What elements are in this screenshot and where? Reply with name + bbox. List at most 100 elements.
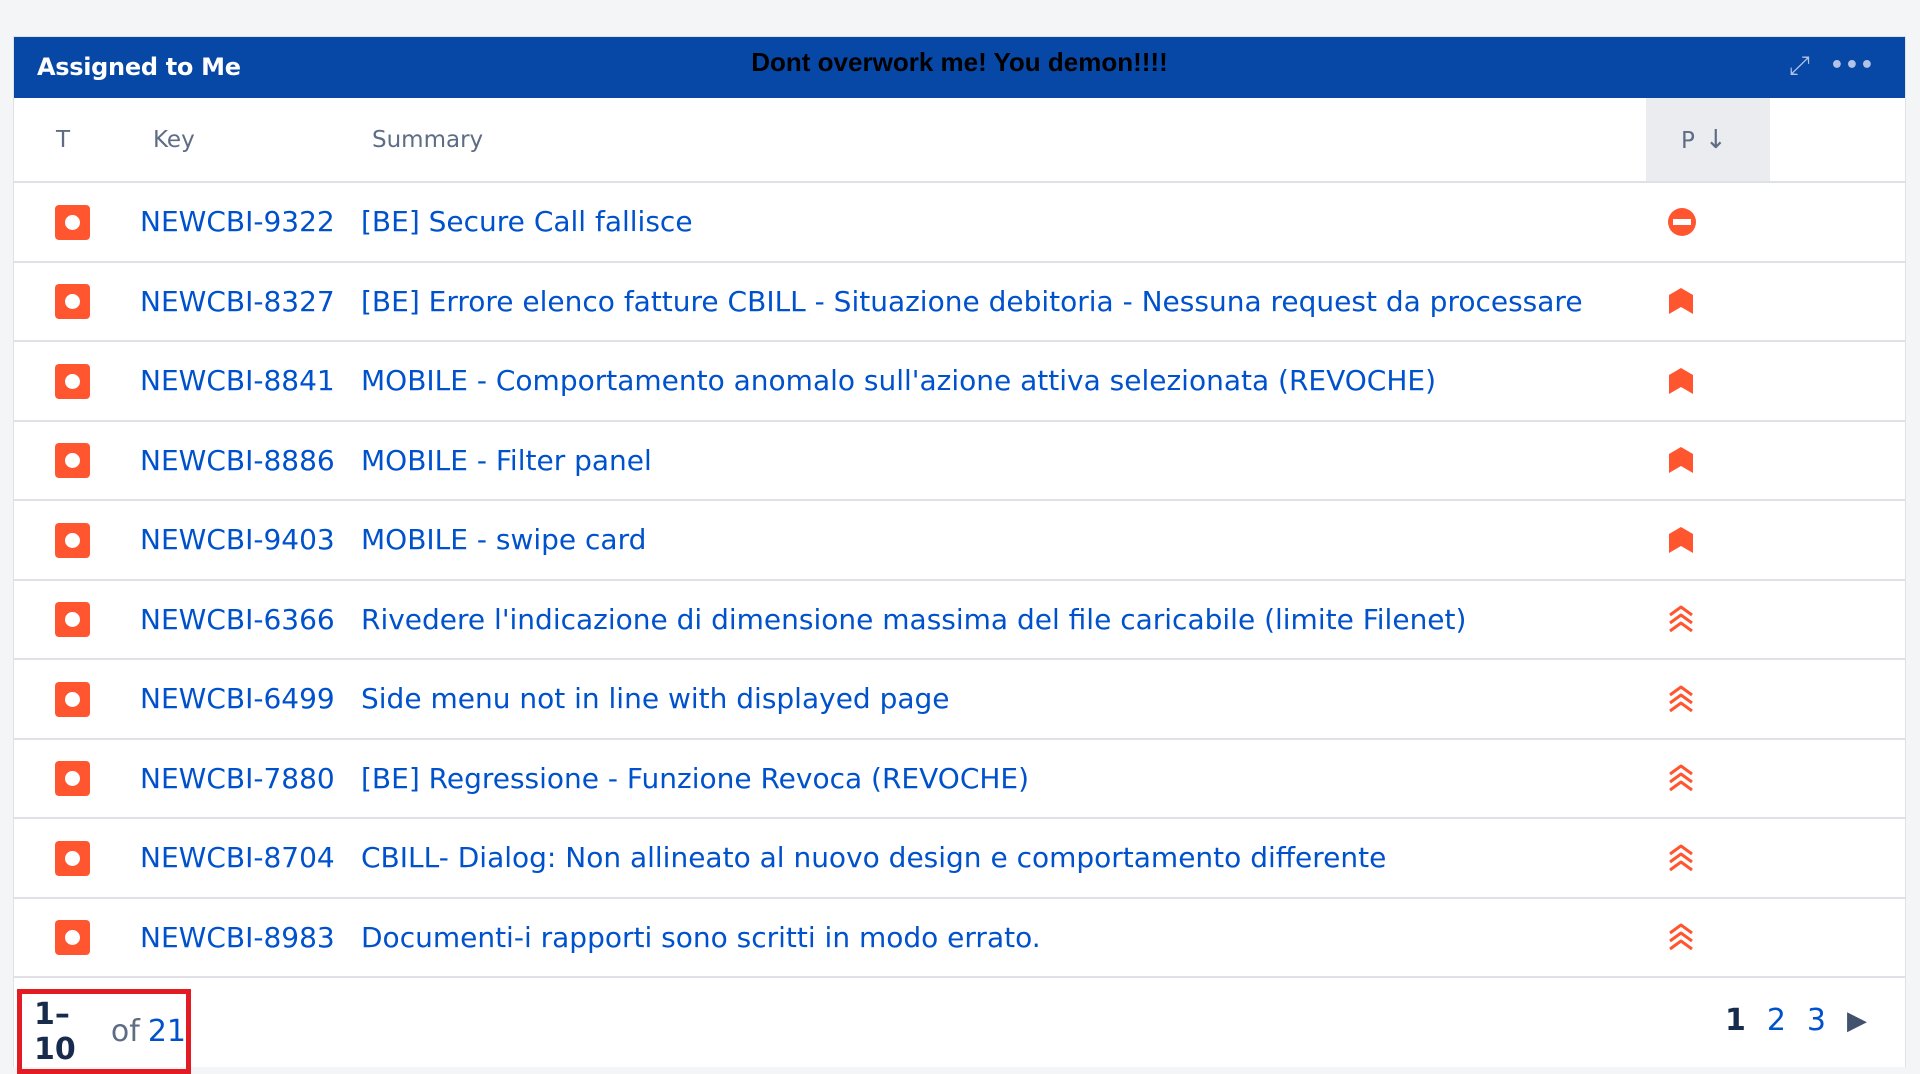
row-spacer <box>1770 580 1905 660</box>
issue-key-link[interactable]: NEWCBI-8886 <box>132 421 360 501</box>
priority-highest-icon <box>1667 922 1770 952</box>
bug-icon <box>55 363 90 399</box>
priority-cell <box>1646 818 1770 898</box>
row-spacer <box>1770 182 1905 262</box>
column-header-spacer <box>1770 98 1905 183</box>
sort-descending-icon: ↓ <box>1704 124 1727 155</box>
issue-type-cell <box>14 818 132 898</box>
priority-critical-icon <box>1667 286 1770 316</box>
priority-cell <box>1646 739 1770 819</box>
issue-summary-link[interactable]: [BE] Errore elenco fatture CBILL - Situa… <box>360 262 1646 342</box>
column-header-priority-label: P <box>1681 127 1695 154</box>
priority-cell <box>1646 182 1770 262</box>
issue-key-link[interactable]: NEWCBI-9322 <box>132 182 360 262</box>
result-range: 1–10 <box>34 996 76 1067</box>
priority-highest-icon <box>1667 843 1770 873</box>
result-of-label: of <box>110 1014 140 1049</box>
issue-type-cell <box>14 182 132 262</box>
issue-type-cell <box>14 580 132 660</box>
table-row: NEWCBI-8886 MOBILE - Filter panel <box>14 421 1905 501</box>
table-row: NEWCBI-6499 Side menu not in line with di… <box>14 659 1905 739</box>
assigned-to-me-gadget: Assigned to Me Dont overwork me! You dem… <box>13 36 1906 1074</box>
priority-cell <box>1646 898 1770 978</box>
issue-key-link[interactable]: NEWCBI-8983 <box>132 898 360 978</box>
bug-icon <box>55 443 90 478</box>
bug-icon <box>55 681 90 717</box>
issue-type-cell <box>14 500 132 580</box>
bug-icon <box>55 920 90 955</box>
priority-cell <box>1646 659 1770 739</box>
priority-highest-icon <box>1667 684 1770 714</box>
table-row: NEWCBI-9322 [BE] Secure Call fallisce <box>14 182 1905 262</box>
table-header-row: T Key Summary P ↓ <box>14 98 1905 183</box>
issue-type-cell <box>14 739 132 819</box>
priority-cell <box>1646 580 1770 660</box>
row-spacer <box>1770 262 1905 342</box>
issue-key-link[interactable]: NEWCBI-9403 <box>132 500 360 580</box>
page-link-2[interactable]: 2 <box>1767 1003 1786 1038</box>
table-row: NEWCBI-8327 [BE] Errore elenco fatture CB… <box>14 262 1905 342</box>
issue-summary-link[interactable]: MOBILE - swipe card <box>360 500 1646 580</box>
pagination: 1 2 3 ▶ <box>1725 1003 1867 1038</box>
bug-icon <box>55 761 90 796</box>
bug-icon <box>55 284 90 319</box>
priority-cell <box>1646 341 1770 421</box>
table-row: NEWCBI-9403 MOBILE - swipe card <box>14 500 1905 580</box>
issue-summary-link[interactable]: Documenti-i rapporti sono scritti in mod… <box>360 898 1646 978</box>
priority-cell <box>1646 421 1770 501</box>
issue-key-link[interactable]: NEWCBI-8841 <box>132 341 360 421</box>
result-count: 1–10 of 21 <box>17 989 191 1074</box>
priority-highest-icon <box>1667 604 1770 634</box>
row-spacer <box>1770 500 1905 580</box>
row-spacer <box>1770 739 1905 819</box>
bug-icon <box>55 602 90 637</box>
issue-type-cell <box>14 262 132 342</box>
table-row: NEWCBI-8983 Documenti-i rapporti sono scr… <box>14 898 1905 978</box>
bug-icon <box>55 522 90 558</box>
issues-table: T Key Summary P ↓ NEWCBI-9322 [BE] Secure … <box>14 98 1905 978</box>
priority-cell <box>1646 500 1770 580</box>
gadget-header: Assigned to Me Dont overwork me! You dem… <box>14 37 1905 98</box>
bug-icon <box>55 840 90 876</box>
priority-critical-icon <box>1667 525 1770 555</box>
row-spacer <box>1770 898 1905 978</box>
issue-summary-link[interactable]: Rivedere l'indicazione di dimensione mas… <box>360 580 1646 660</box>
priority-critical-icon <box>1667 445 1770 475</box>
issue-key-link[interactable]: NEWCBI-8327 <box>132 262 360 342</box>
issue-summary-link[interactable]: CBILL- Dialog: Non allineato al nuovo de… <box>360 818 1646 898</box>
issue-key-link[interactable]: NEWCBI-8704 <box>132 818 360 898</box>
result-total-link[interactable]: 21 <box>148 1014 186 1049</box>
issue-type-cell <box>14 341 132 421</box>
expand-icon[interactable]: ⤢ <box>1789 51 1810 81</box>
row-spacer <box>1770 341 1905 421</box>
issue-summary-link[interactable]: Side menu not in line with displayed pag… <box>360 659 1646 739</box>
priority-highest-icon <box>1667 763 1770 793</box>
column-header-priority[interactable]: P ↓ <box>1646 98 1770 183</box>
issue-summary-link[interactable]: [BE] Regressione - Funzione Revoca (REVO… <box>360 739 1646 819</box>
column-header-summary[interactable]: Summary <box>360 98 1646 183</box>
issue-key-link[interactable]: NEWCBI-6366 <box>132 580 360 660</box>
priority-critical-icon <box>1667 366 1770 396</box>
issue-summary-link[interactable]: [BE] Secure Call fallisce <box>360 182 1646 262</box>
column-header-type[interactable]: T <box>14 98 132 183</box>
issue-key-link[interactable]: NEWCBI-6499 <box>132 659 360 739</box>
issue-summary-link[interactable]: MOBILE - Comportamento anomalo sull'azio… <box>360 341 1646 421</box>
page-link-1[interactable]: 1 <box>1725 1003 1746 1038</box>
page-link-3[interactable]: 3 <box>1807 1003 1826 1038</box>
table-footer: 1–10 of 21 1 2 3 ▶ <box>14 973 1905 1074</box>
gadget-banner: Dont overwork me! You demon!!!! <box>751 47 1168 77</box>
issue-type-cell <box>14 898 132 978</box>
issue-summary-link[interactable]: MOBILE - Filter panel <box>360 421 1646 501</box>
priority-cell <box>1646 262 1770 342</box>
more-options-icon[interactable]: ••• <box>1830 51 1875 81</box>
column-header-key[interactable]: Key <box>132 98 360 183</box>
row-spacer <box>1770 659 1905 739</box>
issue-key-link[interactable]: NEWCBI-7880 <box>132 739 360 819</box>
row-spacer <box>1770 818 1905 898</box>
table-row: NEWCBI-7880 [BE] Regressione - Funzione R… <box>14 739 1905 819</box>
next-page-icon[interactable]: ▶ <box>1847 1006 1867 1036</box>
table-row: NEWCBI-6366 Rivedere l'indicazione di dim… <box>14 580 1905 660</box>
bug-icon <box>55 204 90 240</box>
row-spacer <box>1770 421 1905 501</box>
issue-type-cell <box>14 659 132 739</box>
